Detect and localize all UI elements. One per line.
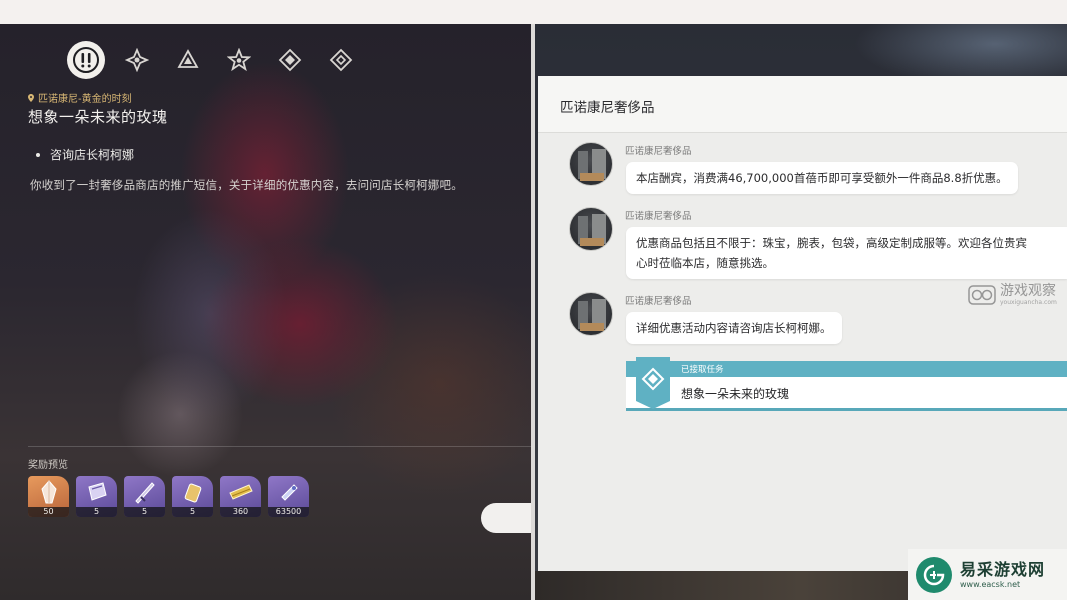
reward-item-exp-book[interactable]: 63500 <box>268 476 309 517</box>
reward-count: 63500 <box>268 507 309 517</box>
message-text: 心时莅临本店，随意挑选。 <box>636 256 774 270</box>
star-icon <box>227 48 251 72</box>
quest-category-tabs <box>66 40 372 80</box>
chat-title: 匹诺康尼奢侈品 <box>560 100 655 116</box>
gold-material-icon <box>184 482 201 503</box>
tab-daily[interactable] <box>219 40 259 80</box>
logo-name: 易采游戏网 <box>960 560 1046 579</box>
message-text: 详细优惠活动内容请咨询店长柯柯娜。 <box>636 321 832 335</box>
reward-item-purple-book[interactable]: 5 <box>76 476 117 517</box>
sender-name: 匹诺康尼奢侈品 <box>625 211 692 222</box>
binoculars-icon <box>968 284 996 305</box>
reward-count: 50 <box>28 507 69 517</box>
rhombus-icon <box>278 48 302 72</box>
message-text: 优惠商品包括且不限于：珠宝，腕表，包袋，高级定制成服等。欢迎各位贵宾 <box>636 236 1027 250</box>
sender-avatar <box>569 142 613 186</box>
message-bubble: 优惠商品包括且不限于：珠宝，腕表，包袋，高级定制成服等。欢迎各位贵宾 心时莅临本… <box>626 227 1067 279</box>
credit-icon <box>228 483 253 500</box>
tab-adventure[interactable] <box>168 40 208 80</box>
tab-event[interactable] <box>270 40 310 80</box>
reward-count: 5 <box>172 507 213 517</box>
watermark-url: youxiguancha.com <box>1000 299 1057 306</box>
location-pin-icon <box>28 93 34 102</box>
bullet-icon <box>36 152 40 157</box>
crystal-icon <box>40 479 57 503</box>
message-bubble: 详细优惠活动内容请咨询店长柯柯娜。 <box>626 312 842 344</box>
sword-material-icon <box>134 481 155 504</box>
diamond-icon <box>329 48 353 72</box>
sender-name: 匹诺康尼奢侈品 <box>625 146 692 157</box>
quest-description: 你收到了一封奢侈品商店的推广短信，关于详细的优惠内容，去问问店长柯柯娜吧。 <box>30 178 463 192</box>
reward-item-credit[interactable]: 360 <box>220 476 261 517</box>
reward-list: 50 5 5 5 360 63500 <box>28 476 316 517</box>
tab-other[interactable] <box>321 40 361 80</box>
quest-banner-icon <box>636 357 670 409</box>
quest-location: 匹诺康尼-黄金的时刻 <box>28 90 132 105</box>
quest-title: 想象一朵未来的玫瑰 <box>28 108 168 126</box>
message-header: 匹诺康尼奢侈品 <box>538 76 1067 133</box>
message-panel: 匹诺康尼奢侈品 匹诺康尼奢侈品 本店酬宾，消费满46,700,000首蓓币即可享… <box>538 76 1067 571</box>
accepted-quest-card[interactable]: 已接取任务 想象一朵未来的玫瑰 <box>626 357 1067 411</box>
objective-text: 咨询店长柯柯娜 <box>50 148 135 162</box>
reward-item-crystal[interactable]: 50 <box>28 476 69 517</box>
reward-count: 5 <box>76 507 117 517</box>
reward-divider <box>28 446 531 447</box>
reward-item-sword-material[interactable]: 5 <box>124 476 165 517</box>
logo-url: www.eacsk.net <box>960 580 1021 589</box>
reward-item-gold-material[interactable]: 5 <box>172 476 213 517</box>
reward-preview-label: 奖励预览 <box>28 460 68 471</box>
purple-book-icon <box>87 481 107 501</box>
message-text: 本店酬宾，消费满46,700,000首蓓币即可享受额外一件商品8.8折优惠。 <box>636 171 1008 185</box>
quest-details-panel: 匹诺康尼-黄金的时刻 想象一朵未来的玫瑰 咨询店长柯柯娜 你收到了一封奢侈品商店… <box>0 24 531 600</box>
sender-avatar <box>569 207 613 251</box>
diamond-star-icon <box>125 48 149 72</box>
watermark: 游戏观察 youxiguancha.com <box>968 283 1057 306</box>
sender-name: 匹诺康尼奢侈品 <box>625 296 692 307</box>
top-window-strip <box>0 0 1067 24</box>
exclamation-icon <box>67 41 105 79</box>
accepted-quest-bar: 已接取任务 <box>626 361 1067 377</box>
location-text: 匹诺康尼-黄金的时刻 <box>38 94 132 105</box>
tab-companion[interactable] <box>117 40 157 80</box>
reward-count: 5 <box>124 507 165 517</box>
triangle-icon <box>177 49 199 68</box>
accepted-quest-title: 想象一朵未来的玫瑰 <box>681 387 790 401</box>
logo-icon <box>916 556 952 593</box>
tab-trailblaze-active[interactable] <box>66 40 106 80</box>
watermark-text: 游戏观察 <box>1000 283 1056 299</box>
reward-count: 360 <box>220 507 261 517</box>
message-bubble: 本店酬宾，消费满46,700,000首蓓币即可享受额外一件商品8.8折优惠。 <box>626 162 1018 194</box>
sender-avatar <box>569 292 613 336</box>
exp-book-icon <box>280 483 298 501</box>
site-logo: 易采游戏网 www.eacsk.net <box>908 549 1067 600</box>
accepted-quest-label: 已接取任务 <box>681 365 724 375</box>
quest-objective: 咨询店长柯柯娜 <box>36 146 134 163</box>
